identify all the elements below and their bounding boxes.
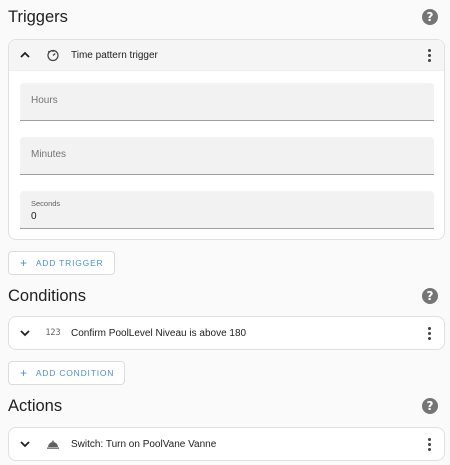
condition-card: 123 Confirm PoolLevel Niveau is above 18… xyxy=(8,316,445,350)
actions-title: Actions xyxy=(8,396,63,415)
condition-card-header[interactable]: 123 Confirm PoolLevel Niveau is above 18… xyxy=(9,317,444,349)
triggers-title: Triggers xyxy=(8,7,68,26)
plus-icon: + xyxy=(20,366,28,380)
room-service-icon xyxy=(45,436,61,452)
conditions-title: Conditions xyxy=(8,286,86,305)
timer-icon xyxy=(45,47,61,63)
triggers-header: Triggers ? xyxy=(8,3,438,31)
add-trigger-label: ADD TRIGGER xyxy=(35,258,104,268)
trigger-card: Time pattern trigger Hours Minutes Secon… xyxy=(8,39,445,240)
add-condition-label: ADD CONDITION xyxy=(35,368,115,378)
seconds-value: 0 xyxy=(31,211,37,222)
more-vertical-icon[interactable] xyxy=(422,47,436,63)
plus-icon: + xyxy=(20,256,28,270)
numeric-icon: 123 xyxy=(45,328,61,338)
help-icon[interactable]: ? xyxy=(422,288,438,304)
action-card: Switch: Turn on PoolVane Vanne xyxy=(8,427,445,461)
chevron-up-icon[interactable] xyxy=(17,47,33,63)
actions-header: Actions ? xyxy=(8,392,438,420)
help-icon[interactable]: ? xyxy=(422,398,438,414)
more-vertical-icon[interactable] xyxy=(422,325,436,341)
trigger-card-header[interactable]: Time pattern trigger xyxy=(9,40,444,71)
minutes-placeholder: Minutes xyxy=(31,149,67,160)
action-card-header[interactable]: Switch: Turn on PoolVane Vanne xyxy=(9,428,444,460)
add-trigger-button[interactable]: + ADD TRIGGER xyxy=(8,251,115,275)
hours-field[interactable]: Hours xyxy=(20,83,434,121)
hours-placeholder: Hours xyxy=(31,95,58,106)
trigger-card-title: Time pattern trigger xyxy=(71,49,158,61)
help-icon[interactable]: ? xyxy=(422,9,438,25)
chevron-down-icon[interactable] xyxy=(17,436,33,452)
minutes-field[interactable]: Minutes xyxy=(20,137,434,175)
condition-card-title: Confirm PoolLevel Niveau is above 180 xyxy=(71,327,247,339)
more-vertical-icon[interactable] xyxy=(422,436,436,452)
chevron-down-icon[interactable] xyxy=(17,325,33,341)
seconds-label: Seconds xyxy=(31,199,61,208)
conditions-header: Conditions ? xyxy=(8,282,438,310)
seconds-field[interactable]: Seconds 0 xyxy=(20,191,434,229)
add-condition-button[interactable]: + ADD CONDITION xyxy=(8,361,126,385)
action-card-title: Switch: Turn on PoolVane Vanne xyxy=(71,438,217,450)
